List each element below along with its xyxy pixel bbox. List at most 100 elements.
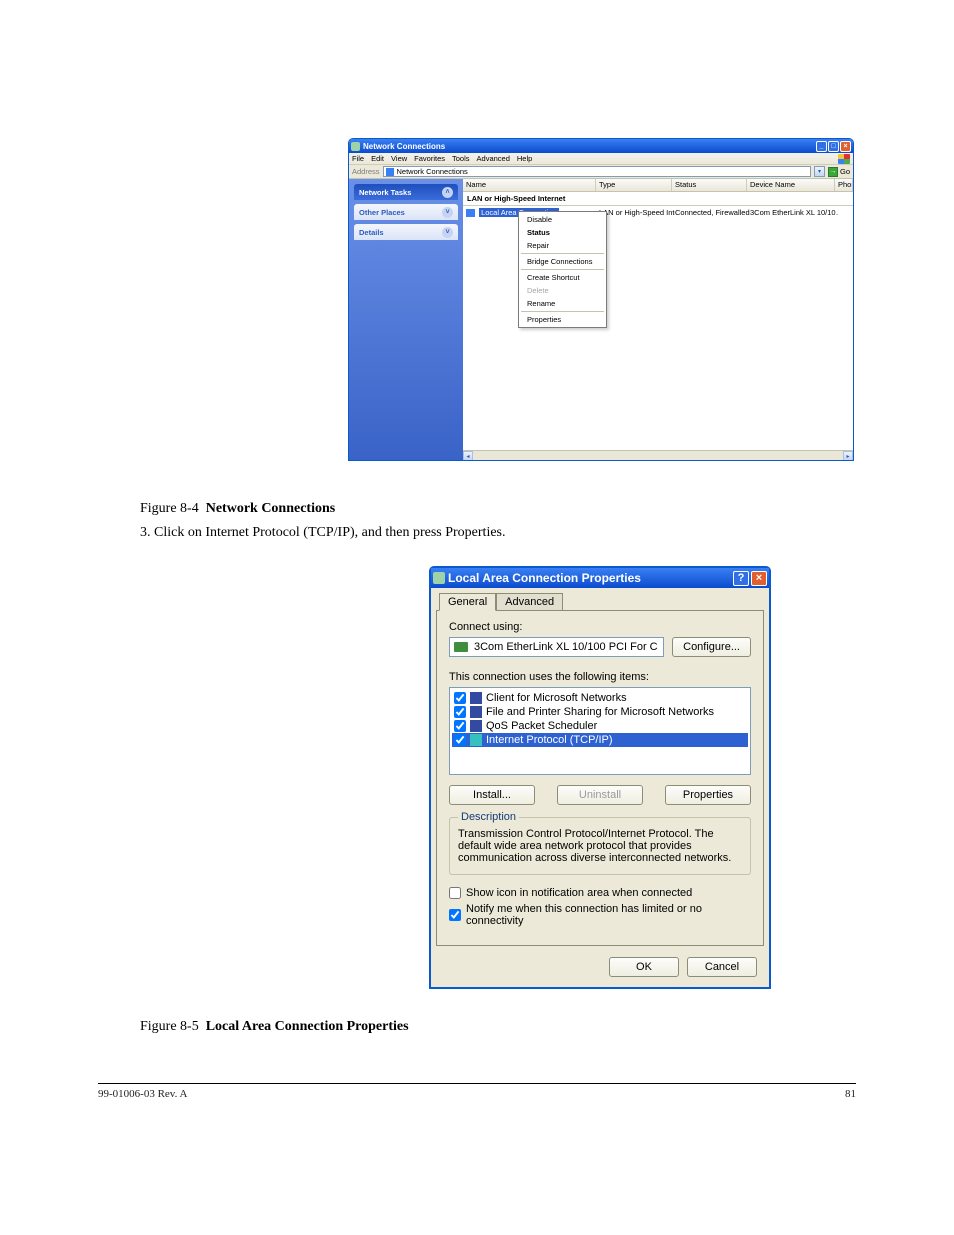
tab-general[interactable]: General	[439, 593, 496, 611]
menu-file[interactable]: File	[352, 154, 364, 163]
close-button[interactable]: ×	[751, 571, 767, 586]
dialog-titlebar[interactable]: Local Area Connection Properties ? ×	[431, 568, 769, 588]
adapter-name: 3Com EtherLink XL 10/100 PCI For C	[474, 641, 658, 653]
connection-device: 3Com EtherLink XL 10/10…	[750, 208, 838, 217]
figure-caption-1: Figure 8-4 Network Connections	[140, 501, 954, 517]
col-name[interactable]: Name	[463, 179, 596, 191]
label-uses-items: This connection uses the following items…	[449, 671, 751, 683]
scroll-left-button[interactable]: ◂	[463, 451, 473, 460]
network-icon	[386, 168, 394, 176]
connection-status: Connected, Firewalled	[675, 208, 750, 217]
maximize-button[interactable]: □	[828, 141, 839, 152]
scroll-right-button[interactable]: ▸	[843, 451, 853, 460]
footer-right: 81	[845, 1088, 856, 1100]
menu-favorites[interactable]: Favorites	[414, 154, 445, 163]
menu-advanced[interactable]: Advanced	[477, 154, 510, 163]
fileshare-icon	[470, 706, 482, 718]
tcpip-icon	[470, 734, 482, 746]
item-client[interactable]: Client for Microsoft Networks	[452, 691, 748, 705]
adapter-field[interactable]: 3Com EtherLink XL 10/100 PCI For C	[449, 637, 664, 657]
ok-button[interactable]: OK	[609, 957, 679, 977]
configure-button[interactable]: Configure...	[672, 637, 751, 657]
menu-tools[interactable]: Tools	[452, 154, 470, 163]
ctx-rename[interactable]: Rename	[519, 297, 606, 310]
panel-network-tasks[interactable]: Network Tasks ˄	[354, 184, 458, 200]
address-field[interactable]: Network Connections	[383, 166, 811, 177]
horizontal-scrollbar[interactable]: ◂ ▸	[463, 450, 853, 460]
column-headers[interactable]: Name Type Status Device Name Phone #	[463, 179, 853, 192]
dialog-title: Local Area Connection Properties	[448, 571, 641, 585]
qos-icon	[470, 720, 482, 732]
ctx-repair[interactable]: Repair	[519, 239, 606, 252]
help-button[interactable]: ?	[733, 571, 749, 586]
col-device[interactable]: Device Name	[747, 179, 835, 191]
go-arrow-icon: →	[828, 167, 838, 177]
menu-help[interactable]: Help	[517, 154, 532, 163]
col-status[interactable]: Status	[672, 179, 747, 191]
dialog-footer: OK Cancel	[431, 951, 769, 987]
group-header: LAN or High-Speed Internet	[463, 192, 853, 206]
connection-type: LAN or High-Speed Inter…	[599, 208, 675, 217]
tab-page-general: Connect using: 3Com EtherLink XL 10/100 …	[436, 610, 764, 946]
tasks-pane: Network Tasks ˄ Other Places ˅ Details ˅	[349, 179, 463, 460]
go-button[interactable]: → Go	[828, 167, 850, 177]
client-icon	[470, 692, 482, 704]
panel-other-places[interactable]: Other Places ˅	[354, 204, 458, 220]
ctx-disable[interactable]: Disable	[519, 213, 606, 226]
ctx-bridge[interactable]: Bridge Connections	[519, 255, 606, 268]
notify-checkbox[interactable]	[449, 909, 461, 921]
menu-edit[interactable]: Edit	[371, 154, 384, 163]
item-tcpip-check[interactable]	[454, 734, 466, 746]
figure-caption-2: Figure 8-5 Local Area Connection Propert…	[140, 1019, 954, 1035]
cancel-button[interactable]: Cancel	[687, 957, 757, 977]
label-connect-using: Connect using:	[449, 621, 751, 633]
window-icon	[351, 142, 360, 151]
properties-button[interactable]: Properties	[665, 785, 751, 805]
item-tcpip[interactable]: Internet Protocol (TCP/IP)	[452, 733, 748, 747]
ctx-status[interactable]: Status	[519, 226, 606, 239]
page-footer: 99-01006-03 Rev. A 81	[98, 1083, 856, 1100]
chevron-down-icon: ˅	[442, 207, 453, 218]
show-icon-label: Show icon in notification area when conn…	[466, 887, 692, 899]
network-connections-window: Network Connections _ □ × File Edit View…	[348, 138, 854, 461]
window-titlebar[interactable]: Network Connections _ □ ×	[349, 139, 853, 153]
ctx-properties[interactable]: Properties	[519, 313, 606, 326]
col-type[interactable]: Type	[596, 179, 672, 191]
nic-icon	[454, 642, 468, 652]
uninstall-button: Uninstall	[557, 785, 643, 805]
menu-bar: File Edit View Favorites Tools Advanced …	[349, 153, 853, 165]
tab-advanced[interactable]: Advanced	[496, 593, 563, 610]
item-client-check[interactable]	[454, 692, 466, 704]
panel-details[interactable]: Details ˅	[354, 224, 458, 240]
step-instruction: 3. Click on Internet Protocol (TCP/IP), …	[140, 525, 954, 541]
address-dropdown[interactable]: ▾	[814, 166, 825, 177]
lac-properties-dialog: Local Area Connection Properties ? × Gen…	[429, 566, 771, 989]
window-title: Network Connections	[363, 142, 445, 151]
item-fileshare[interactable]: File and Printer Sharing for Microsoft N…	[452, 705, 748, 719]
ctx-delete: Delete	[519, 284, 606, 297]
install-button[interactable]: Install...	[449, 785, 535, 805]
col-phone[interactable]: Phone #	[835, 179, 853, 191]
address-bar: Address Network Connections ▾ → Go	[349, 165, 853, 179]
tab-strip: General Advanced	[439, 593, 764, 610]
item-qos-check[interactable]	[454, 720, 466, 732]
chevron-down-icon: ˅	[442, 227, 453, 238]
address-value: Network Connections	[397, 167, 468, 176]
description-text: Transmission Control Protocol/Internet P…	[458, 828, 742, 864]
close-button[interactable]: ×	[840, 141, 851, 152]
context-menu: Disable Status Repair Bridge Connections…	[518, 211, 607, 328]
description-legend: Description	[458, 811, 519, 823]
dialog-icon	[433, 572, 445, 584]
item-fileshare-check[interactable]	[454, 706, 466, 718]
connection-icon	[466, 209, 475, 217]
connections-list: Name Type Status Device Name Phone # LAN…	[463, 179, 853, 460]
notify-label: Notify me when this connection has limit…	[466, 903, 751, 927]
items-listbox[interactable]: Client for Microsoft Networks File and P…	[449, 687, 751, 775]
show-icon-checkbox[interactable]	[449, 887, 461, 899]
item-qos[interactable]: QoS Packet Scheduler	[452, 719, 748, 733]
footer-left: 99-01006-03 Rev. A	[98, 1088, 187, 1100]
windows-logo-icon	[838, 154, 850, 164]
minimize-button[interactable]: _	[816, 141, 827, 152]
menu-view[interactable]: View	[391, 154, 407, 163]
ctx-shortcut[interactable]: Create Shortcut	[519, 271, 606, 284]
